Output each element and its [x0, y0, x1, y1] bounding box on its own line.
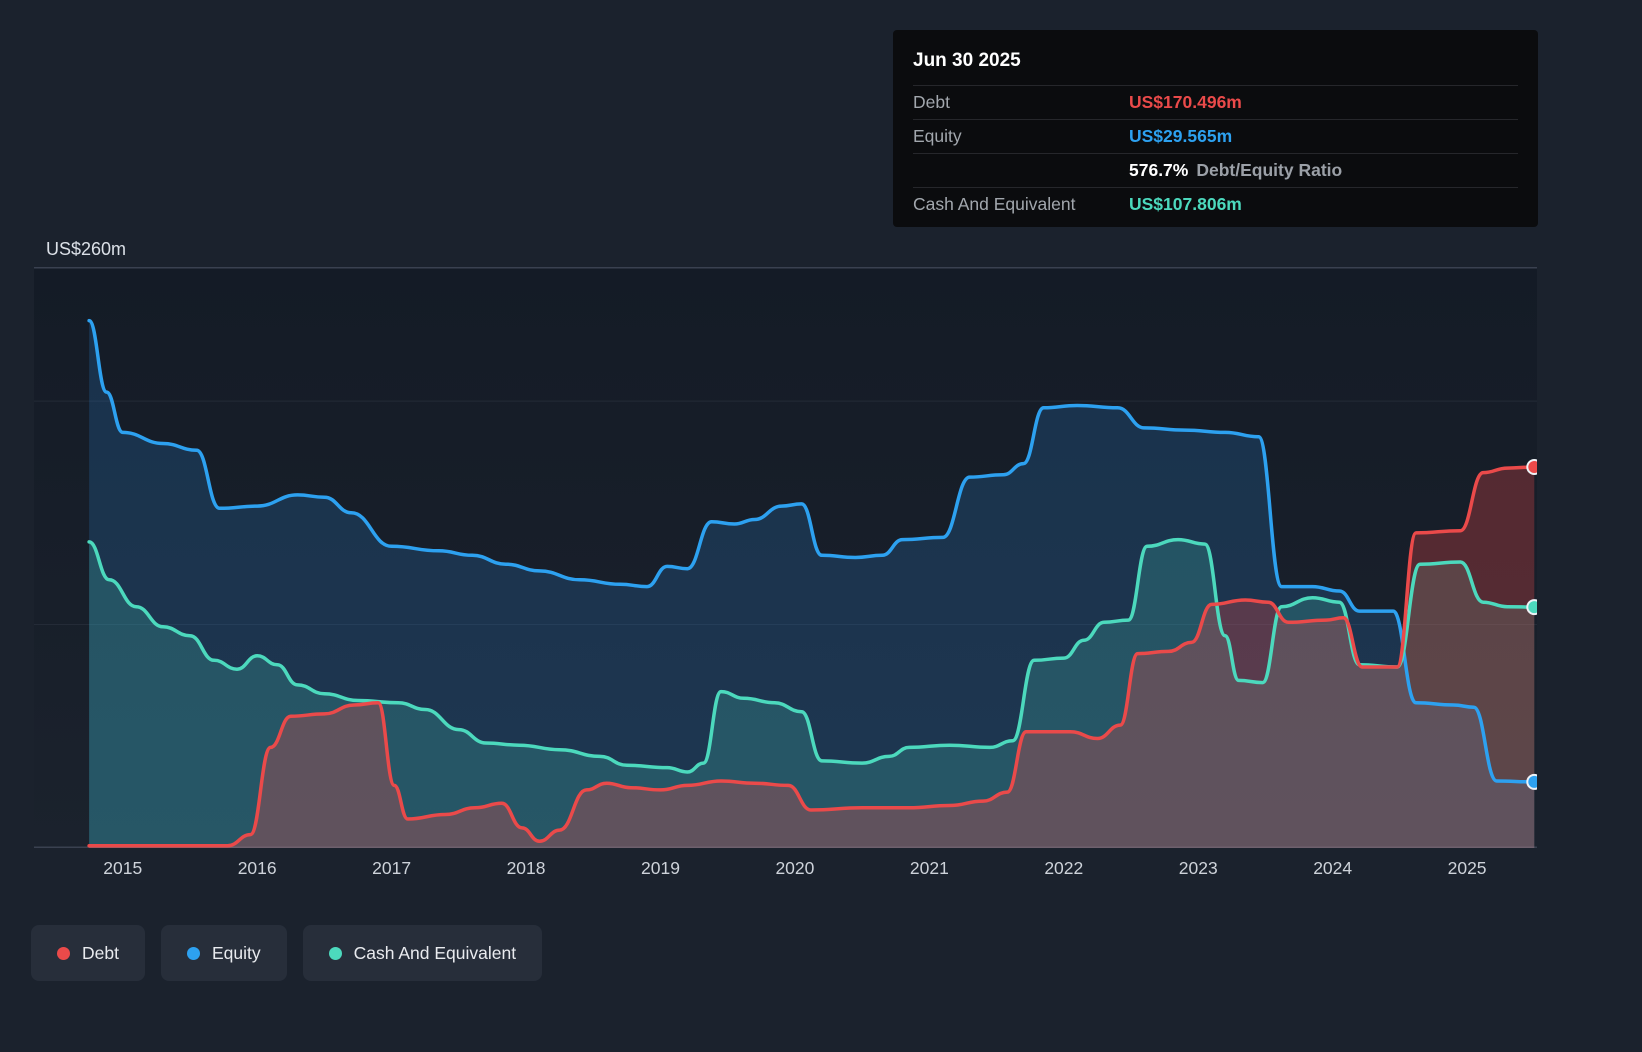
tooltip-date: Jun 30 2025 — [913, 40, 1518, 86]
tooltip-ratio-label: Debt/Equity Ratio — [1196, 160, 1343, 180]
x-tick-2019: 2019 — [641, 858, 680, 878]
legend-cash-label: Cash And Equivalent — [353, 942, 517, 963]
tooltip-row-debt: Debt US$170.496m — [913, 86, 1518, 120]
tooltip-row-cash: Cash And Equivalent US$107.806m — [913, 188, 1518, 221]
legend-item-equity[interactable]: Equity — [160, 925, 287, 981]
tooltip-row-equity: Equity US$29.565m — [913, 120, 1518, 154]
chart-legend: Debt Equity Cash And Equivalent — [31, 925, 543, 981]
tooltip-cash-label: Cash And Equivalent — [913, 194, 1076, 214]
x-tick-2020: 2020 — [775, 858, 815, 878]
x-tick-2023: 2023 — [1178, 858, 1218, 878]
tooltip-equity-label: Equity — [913, 126, 962, 146]
tooltip-row-ratio: 576.7% Debt/Equity Ratio — [913, 154, 1518, 188]
x-tick-2015: 2015 — [103, 858, 143, 878]
tooltip-cash-value: US$107.806m — [1129, 194, 1242, 214]
tooltip-ratio-value: 576.7% — [1129, 160, 1189, 180]
x-tick-2025: 2025 — [1447, 858, 1487, 878]
equity-dot-icon — [186, 946, 200, 960]
legend-item-cash[interactable]: Cash And Equivalent — [302, 925, 543, 981]
chart-tooltip: Jun 30 2025 Debt US$170.496m Equity US$2… — [893, 30, 1538, 227]
x-tick-2021: 2021 — [909, 858, 949, 878]
chart-canvas[interactable] — [34, 267, 1537, 848]
tooltip-equity-value: US$29.565m — [1129, 126, 1233, 146]
legend-item-debt[interactable]: Debt — [31, 925, 145, 981]
debt-dot-icon — [57, 946, 70, 960]
legend-equity-label: Equity — [211, 942, 261, 963]
tooltip-debt-label: Debt — [913, 92, 950, 112]
x-tick-2016: 2016 — [237, 858, 277, 878]
y-axis-max-label: US$260m — [46, 239, 127, 259]
tooltip-debt-value: US$170.496m — [1129, 92, 1242, 112]
x-tick-2022: 2022 — [1044, 858, 1084, 878]
x-tick-2018: 2018 — [506, 858, 546, 878]
legend-debt-label: Debt — [82, 942, 119, 963]
cash-dot-icon — [328, 946, 342, 960]
x-tick-2017: 2017 — [372, 858, 412, 878]
x-tick-2024: 2024 — [1313, 858, 1353, 878]
